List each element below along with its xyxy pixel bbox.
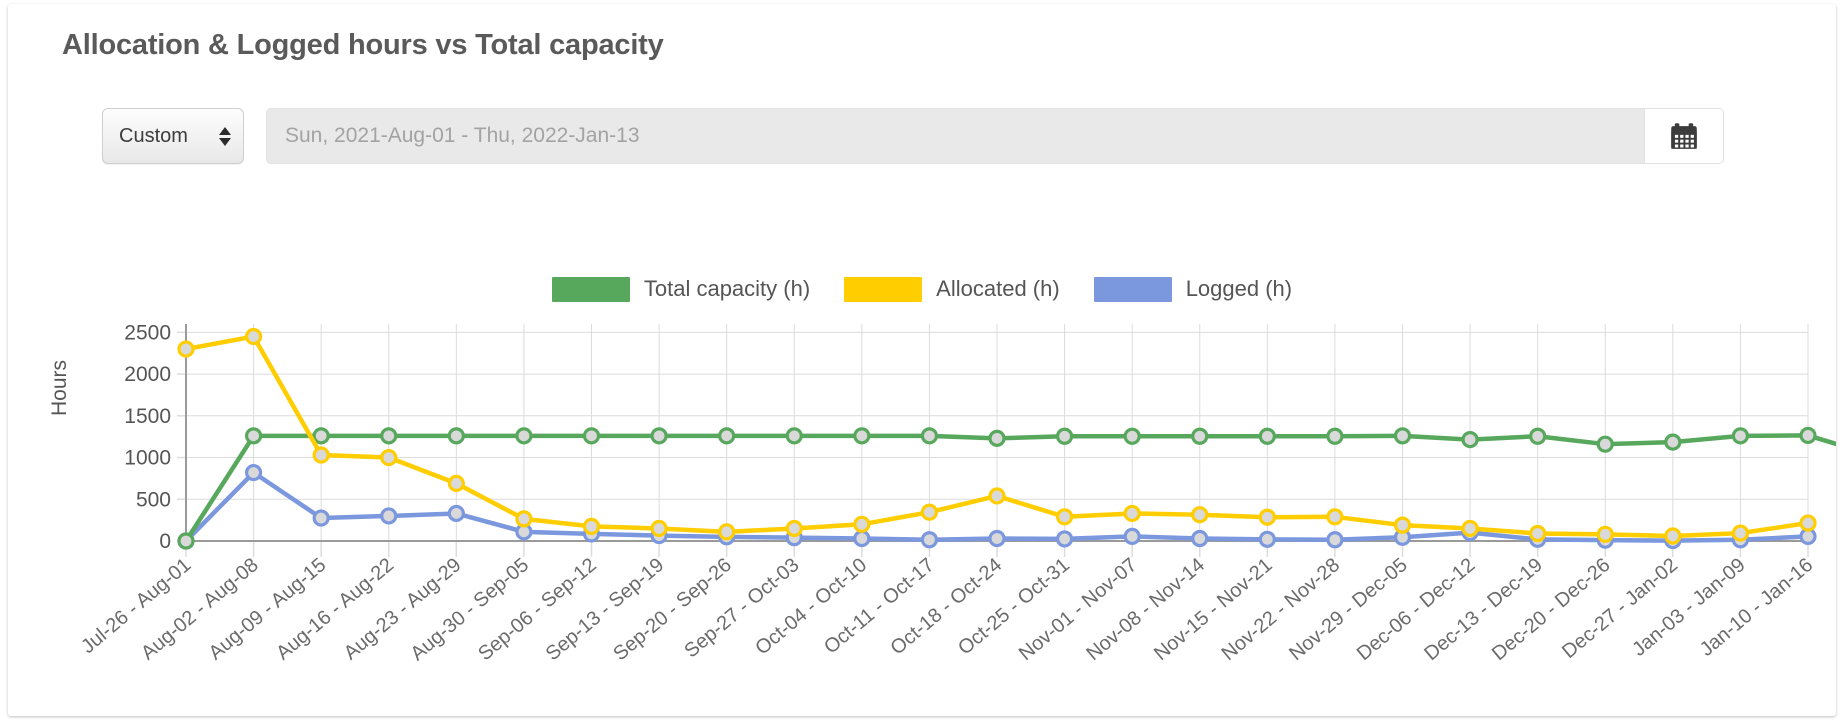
data-point [1191,427,1209,445]
x-tick-label: Sep-20 - Sep-26 [609,554,736,665]
x-tick-label: Dec-06 - Dec-12 [1353,554,1480,665]
data-point [244,427,263,445]
data-point [582,517,601,535]
data-point [244,463,263,482]
x-tick-label: Nov-29 - Dec-05 [1285,554,1412,665]
data-point [1123,504,1141,523]
data-point [785,427,803,445]
data-point [1191,506,1209,524]
x-tick-label: Jan-03 - Jan-09 [1628,554,1749,661]
data-point [853,515,871,533]
x-tick-label: Aug-30 - Sep-05 [407,554,534,665]
data-point [1055,530,1074,548]
data-point [988,429,1006,447]
data-point [920,427,939,445]
x-tick-label: Nov-22 - Nov-28 [1218,554,1345,665]
data-point [1258,427,1276,445]
x-tick-label: Jul-26 - Aug-01 [77,554,195,658]
x-tick-label: Nov-08 - Nov-14 [1082,554,1209,665]
data-point [1664,527,1682,545]
data-point [1326,531,1344,549]
data-point [515,427,533,445]
data-point [1258,508,1276,526]
data-point [177,532,195,550]
series-line [183,433,1836,544]
data-point [1393,427,1412,445]
data-point [312,509,330,527]
x-tick-label: Aug-09 - Aug-15 [205,554,331,664]
data-point [1731,524,1750,542]
data-point [920,531,939,549]
data-point [1461,430,1479,449]
x-tick-label: Aug-23 - Aug-29 [340,554,466,664]
data-point [380,507,398,525]
y-tick-label: 2000 [124,363,171,386]
data-point [312,427,330,445]
x-tick-label: Aug-02 - Aug-08 [137,554,263,664]
data-point [1258,530,1276,548]
data-point [447,427,465,445]
data-point [650,427,668,445]
data-point [1326,508,1344,526]
line-chart: Hours 0 500 1000 1500 2000 2500 Jul-26 - Aug-0… [8,4,1836,716]
y-tick-label: 2500 [124,321,171,344]
data-point [785,519,803,538]
data-point [1461,519,1479,538]
data-point [718,427,736,445]
data-point [1731,427,1750,445]
data-point [1799,426,1817,445]
x-tick-label: Dec-20 - Dec-26 [1488,554,1615,665]
series-0[interactable] [177,426,1836,550]
x-tick-label: Dec-27 - Jan-02 [1558,554,1682,663]
x-tick-label: Dec-13 - Dec-19 [1420,554,1547,665]
data-point [380,427,398,445]
data-point [1055,427,1074,445]
data-point [988,529,1006,548]
data-point [1393,516,1412,534]
data-point [1799,514,1817,532]
data-point [1123,527,1141,546]
data-point [1529,427,1547,445]
data-point [920,503,939,521]
data-point [1055,508,1074,526]
data-point [515,510,533,528]
data-point [1596,525,1614,543]
y-tick-label: 1500 [124,405,171,428]
data-point [650,519,668,538]
data-point [312,446,330,464]
data-point [1664,433,1682,451]
data-point [447,474,465,493]
data-point [447,504,465,523]
x-tick-label: Nov-01 - Nov-07 [1015,554,1142,665]
data-point [853,529,871,548]
y-tick-label: 1000 [124,447,171,470]
data-point [1191,529,1209,548]
data-point [244,327,263,346]
data-point [177,340,195,358]
y-tick-label: 500 [136,488,171,511]
y-axis-title: Hours [48,359,71,417]
x-tick-label: Nov-15 - Nov-21 [1150,554,1277,665]
data-point [1529,524,1547,543]
chart-canvas[interactable]: 0 500 1000 1500 2000 2500 Jul-26 - Aug-01Aug-0… [8,4,1836,716]
data-point [1596,435,1614,453]
data-point [380,448,398,467]
report-card: Allocation & Logged hours vs Total capac… [8,4,1836,716]
y-tick-label: 0 [159,530,171,553]
x-tick-label: Sep-06 - Sep-12 [474,554,601,665]
x-tick-label: Sep-27 - Oct-03 [680,554,803,662]
data-point [1123,427,1141,445]
data-point [853,427,871,445]
data-point [1326,427,1344,445]
x-tick-label: Jan-10 - Jan-16 [1696,554,1817,661]
x-tick-label: Aug-16 - Aug-22 [272,554,398,664]
screenshot-root: Allocation & Logged hours vs Total capac… [0,0,1844,722]
x-tick-label: Sep-13 - Sep-19 [542,554,669,665]
data-point [582,427,601,445]
data-point [988,487,1006,505]
data-point [718,523,736,541]
